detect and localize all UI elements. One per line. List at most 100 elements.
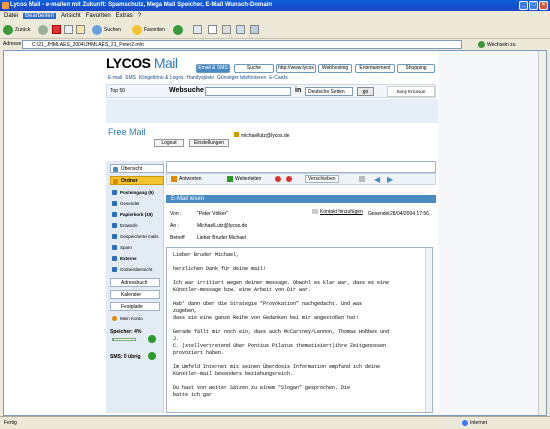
nav-folders[interactable]: Ordner <box>110 176 164 185</box>
print-icon <box>222 25 231 35</box>
forward-mail-button[interactable]: Weiterleiten <box>227 175 261 184</box>
search-scope-select[interactable]: Deutsche Seiten <box>305 87 353 96</box>
next-mail-button[interactable]: ▶ <box>387 175 393 184</box>
read-mail-header: E-Mail lesen <box>166 195 436 203</box>
to-value: MichaelLutz@lycos.de <box>197 223 248 229</box>
messenger-button[interactable] <box>250 24 261 36</box>
print-mail-button[interactable] <box>359 175 367 184</box>
stop-button[interactable] <box>52 24 63 36</box>
top50-link[interactable]: Top 50 <box>110 88 125 94</box>
window-titlebar: Lycos Mail - e-mailen mit Zukunft: Spams… <box>0 0 550 11</box>
move-select[interactable]: Verschieben <box>305 175 339 183</box>
mail-button[interactable] <box>208 24 219 36</box>
back-button[interactable]: Zurück <box>3 24 30 36</box>
nav-harddisk[interactable]: Festplatte <box>110 302 160 311</box>
search-button[interactable]: Suchen <box>92 24 121 36</box>
sent-label: Gesendet <box>368 211 390 217</box>
to-label: An : <box>170 223 179 229</box>
address-input[interactable]: C:\21_JHMLAES_2004\JHMLAES_21_Peter2.mht <box>22 40 462 49</box>
folder-overview[interactable]: Ordnerübersicht <box>110 265 164 274</box>
websuche-label: Websuche <box>169 87 204 94</box>
in-label: in <box>295 87 302 94</box>
print-button[interactable] <box>222 24 233 36</box>
status-bar: Fertig Internet <box>0 416 550 429</box>
sony-ericsson-logo[interactable]: Sony Ericsson <box>387 86 435 97</box>
media-button[interactable] <box>173 24 185 36</box>
reply-button[interactable]: Antworten <box>171 175 202 184</box>
sent-icon <box>112 201 117 206</box>
tab-shopping[interactable]: Shopping <box>397 64 435 73</box>
nav-account[interactable]: Mein Konto <box>110 314 164 323</box>
menu-edit[interactable]: Bearbeiten <box>23 13 57 19</box>
favorites-button[interactable]: Favoriten <box>132 24 165 36</box>
tab-email-sms[interactable]: Email & SMS <box>196 64 230 73</box>
minimize-button[interactable]: _ <box>519 1 528 10</box>
home-button[interactable] <box>76 24 87 36</box>
websearch-bar: Top 50 Websuche in Deutsche Seiten go So… <box>106 84 436 98</box>
message-body[interactable]: Lieber Bruder Michael, herzlichen Dank f… <box>166 247 433 413</box>
storage-fill <box>113 339 114 340</box>
sms-label: SMS: 0 übrig <box>110 354 141 360</box>
subnav-phone[interactable]: Günstiger telefonieren <box>217 75 266 81</box>
history-button[interactable] <box>193 24 204 36</box>
spam-button[interactable] <box>286 175 294 184</box>
page-scrollbar[interactable] <box>538 51 546 415</box>
address-label: Adresse <box>3 41 22 47</box>
window-title: Lycos Mail - e-mailen mit Zukunft: Spams… <box>10 2 273 8</box>
maximize-button[interactable]: □ <box>529 1 538 10</box>
body-paragraph: Gerade fällt mir noch ein, dass auch McC… <box>173 329 390 356</box>
settings-button[interactable]: Einstellungen <box>189 139 229 147</box>
spam-icon <box>112 245 117 250</box>
websearch-input[interactable] <box>205 87 291 96</box>
forward-button[interactable] <box>38 24 50 36</box>
folder-inbox[interactable]: Posteingang (5) <box>110 188 164 197</box>
subnav-ringtones[interactable]: Klingeltöne & Logos <box>139 75 183 81</box>
folder-saved[interactable]: Gespeicherte mails <box>110 232 164 241</box>
from-label: Von : <box>170 211 182 217</box>
folder-drafts[interactable]: Entwürfe <box>110 221 164 230</box>
folder-external[interactable]: Externe <box>110 254 164 263</box>
search-go-button[interactable]: go <box>357 87 374 96</box>
mail-sidebar: Übersicht Ordner Posteingang (5) Gesende… <box>106 161 164 413</box>
subnav-ecards[interactable]: E-Cards <box>269 75 287 81</box>
delete-icon <box>275 175 281 182</box>
contact-icon <box>312 209 318 215</box>
folder-spam[interactable]: Spam <box>110 243 164 252</box>
menu-view[interactable]: Ansicht <box>61 13 81 19</box>
globe-icon <box>462 419 468 426</box>
tab-entertainment[interactable]: Entertainment <box>355 64 395 73</box>
status-text: Fertig <box>4 420 17 426</box>
folder-sent[interactable]: Gesendet <box>110 199 164 208</box>
body-paragraph: Lieber Bruder Michael, <box>173 252 240 258</box>
action-toolbar-top <box>166 161 436 173</box>
edit-button[interactable] <box>236 24 247 36</box>
folder-overview-icon <box>112 267 117 272</box>
delete-button[interactable] <box>275 175 283 184</box>
tab-suche[interactable]: Suche <box>234 64 274 73</box>
subnav-email[interactable]: E-mail <box>108 75 122 81</box>
nav-overview[interactable]: Übersicht <box>110 164 164 173</box>
menu-tools[interactable]: Extras <box>116 13 133 19</box>
prev-mail-button[interactable]: ◀ <box>374 175 380 184</box>
user-info: michaellutz@lycos.de <box>234 132 289 139</box>
subnav-sms[interactable]: SMS <box>125 75 136 81</box>
from-value: "Peter Völker" <box>197 211 229 217</box>
internet-zone: Internet <box>462 417 487 429</box>
overview-icon <box>113 167 118 172</box>
tab-lycos-url[interactable]: http://www.lycos <box>276 64 316 73</box>
menu-favorites[interactable]: Favoriten <box>86 13 111 19</box>
folder-trash[interactable]: Papierkorb (19) <box>110 210 164 219</box>
nav-addressbook[interactable]: Adressbuch <box>110 278 160 287</box>
close-button[interactable]: × <box>539 1 548 10</box>
tab-webhosting[interactable]: Webhosting <box>318 64 352 73</box>
menu-help[interactable]: ? <box>138 13 141 19</box>
refresh-button[interactable] <box>64 24 75 36</box>
logout-button[interactable]: Logout <box>154 139 184 147</box>
menu-file[interactable]: Datei <box>4 13 18 19</box>
add-contact-link[interactable]: Kontakt hinzufügen <box>312 208 363 216</box>
browser-toolbar: Zurück Suchen Favoriten <box>0 21 550 39</box>
nav-calendar[interactable]: Kalender <box>110 290 160 299</box>
subnav-games[interactable]: Handyspiele <box>187 75 215 81</box>
message-scrollbar[interactable] <box>425 248 432 412</box>
action-toolbar: Antworten Weiterleiten Verschieben ◀ ▶ <box>166 173 436 185</box>
